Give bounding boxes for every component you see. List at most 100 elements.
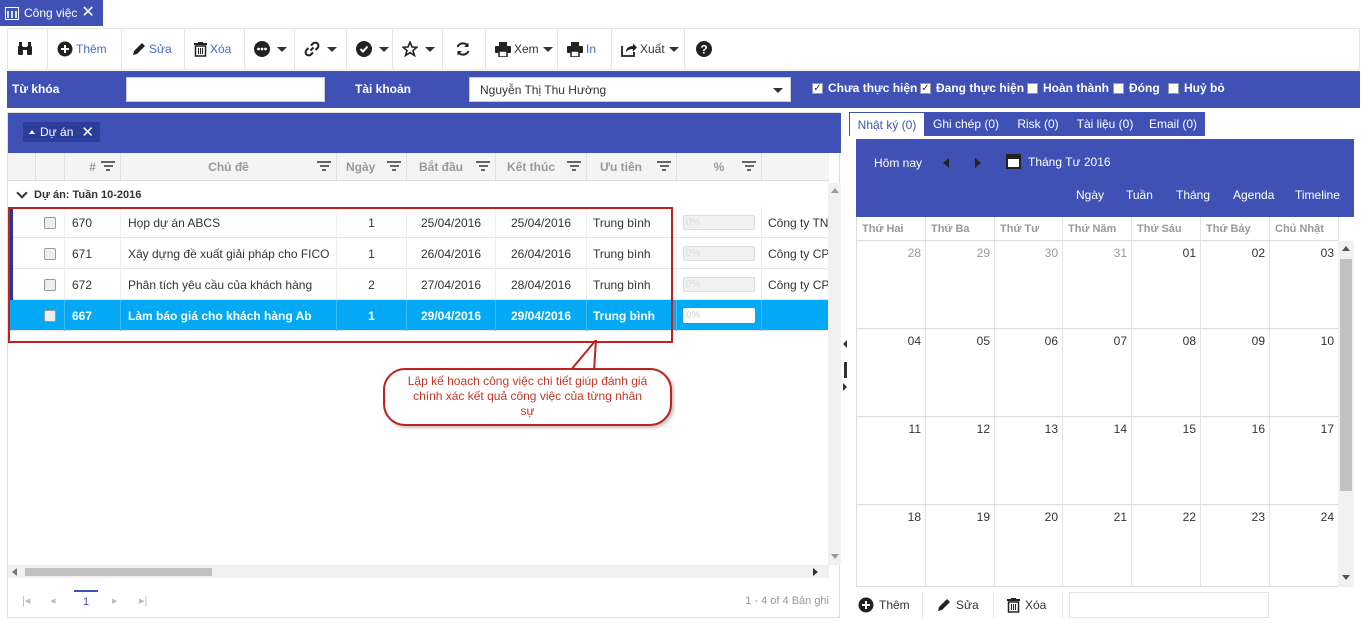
collapse-left-icon[interactable]: [843, 340, 847, 348]
scroll-up-icon[interactable]: [831, 188, 839, 193]
view-week[interactable]: Tuần: [1126, 188, 1153, 202]
more-menu-button[interactable]: [245, 29, 295, 69]
calendar-day[interactable]: 29: [926, 241, 995, 329]
status-checkbox-chua-thuc-hien[interactable]: ✓ Chưa thực hiện: [812, 81, 917, 95]
col-priority[interactable]: Ưu tiên: [587, 153, 677, 181]
scroll-down-icon[interactable]: [831, 554, 839, 559]
prev-month-icon[interactable]: [943, 158, 949, 168]
calendar-day[interactable]: 15: [1132, 417, 1201, 505]
calendar-day[interactable]: 23: [1201, 505, 1270, 587]
calendar-footer-input[interactable]: [1069, 592, 1269, 618]
first-page-icon[interactable]: |◂: [22, 594, 30, 607]
edit-button[interactable]: Sửa: [122, 29, 185, 69]
tab-nhat-ky[interactable]: Nhật ký (0): [849, 112, 925, 136]
grid-horizontal-scrollbar[interactable]: [8, 565, 829, 578]
calendar-day[interactable]: 20: [995, 505, 1063, 587]
scroll-down-icon[interactable]: [1342, 575, 1350, 580]
calendar-vertical-scrollbar[interactable]: [1338, 241, 1354, 587]
calendar-day[interactable]: 03: [1270, 241, 1339, 329]
tab-email[interactable]: Email (0): [1141, 112, 1205, 136]
calendar-day[interactable]: 31: [1063, 241, 1132, 329]
calendar-day[interactable]: 16: [1201, 417, 1270, 505]
status-checkbox-huy-bo[interactable]: Huỷ bỏ: [1168, 81, 1225, 95]
next-month-icon[interactable]: [975, 158, 981, 168]
help-button[interactable]: ?: [685, 29, 725, 69]
calendar-day[interactable]: 18: [857, 505, 926, 587]
calendar-day[interactable]: 12: [926, 417, 995, 505]
calendar-day[interactable]: 28: [857, 241, 926, 329]
calendar-add-button[interactable]: Thêm: [850, 592, 923, 618]
close-icon[interactable]: ✕: [81, 5, 94, 21]
account-select[interactable]: Nguyễn Thị Thu Hường: [469, 77, 791, 102]
checkbox[interactable]: ✓: [812, 82, 823, 94]
favorite-menu-button[interactable]: [393, 29, 443, 69]
tab-cong-viec[interactable]: Công việc ✕: [0, 0, 103, 26]
scroll-thumb[interactable]: [25, 568, 212, 576]
calendar-day[interactable]: 24: [1270, 505, 1339, 587]
print-button[interactable]: In: [558, 29, 612, 69]
calendar-day[interactable]: 10: [1270, 329, 1339, 417]
col-days[interactable]: Ngày: [337, 153, 407, 181]
calendar-day[interactable]: 09: [1201, 329, 1270, 417]
calendar-day[interactable]: 30: [995, 241, 1063, 329]
calendar-edit-button[interactable]: Sửa: [928, 592, 994, 618]
col-subject[interactable]: Chủ đề: [121, 153, 337, 181]
calendar-delete-button[interactable]: Xóa: [999, 592, 1063, 618]
col-start[interactable]: Bắt đầu: [407, 153, 496, 181]
page-number[interactable]: 1: [74, 590, 98, 612]
calendar-day[interactable]: 17: [1270, 417, 1339, 505]
view-day[interactable]: Ngày: [1076, 188, 1104, 202]
calendar-day[interactable]: 04: [857, 329, 926, 417]
add-button[interactable]: Thêm: [48, 29, 122, 69]
scroll-right-icon[interactable]: [813, 568, 818, 576]
link-menu-button[interactable]: [295, 29, 347, 69]
delete-button[interactable]: Xóa: [185, 29, 245, 69]
view-agenda[interactable]: Agenda: [1233, 188, 1274, 202]
calendar-day[interactable]: 11: [857, 417, 926, 505]
tab-risk[interactable]: Risk (0): [1007, 112, 1069, 136]
calendar-day[interactable]: 21: [1063, 505, 1132, 587]
filter-icon[interactable]: [742, 161, 756, 173]
today-button[interactable]: Hôm nay: [874, 156, 922, 170]
panel-splitter[interactable]: [840, 112, 850, 618]
col-id[interactable]: #: [65, 153, 121, 181]
status-checkbox-dang-thuc-hien[interactable]: ✓ Đang thực hiện: [920, 81, 1024, 95]
status-checkbox-hoan-thanh[interactable]: Hoàn thành: [1027, 81, 1109, 95]
export-menu-button[interactable]: Xuất: [612, 29, 685, 69]
refresh-button[interactable]: [443, 29, 486, 69]
filter-icon[interactable]: [101, 161, 115, 173]
group-row[interactable]: Dự án: Tuần 10-2016: [8, 186, 141, 204]
calendar-day[interactable]: 22: [1132, 505, 1201, 587]
calendar-day[interactable]: 02: [1201, 241, 1270, 329]
status-menu-button[interactable]: [347, 29, 393, 69]
view-month[interactable]: Tháng: [1176, 188, 1210, 202]
view-menu-button[interactable]: Xem: [486, 29, 558, 69]
filter-icon[interactable]: [387, 161, 401, 173]
chevron-down-icon[interactable]: [16, 187, 28, 199]
checkbox[interactable]: [1168, 82, 1179, 94]
calendar-day[interactable]: 19: [926, 505, 995, 587]
col-end[interactable]: Kết thúc: [496, 153, 587, 181]
status-checkbox-dong[interactable]: Đóng: [1113, 81, 1160, 95]
filter-icon[interactable]: [567, 161, 581, 173]
tab-tai-lieu[interactable]: Tài liệu (0): [1069, 112, 1141, 136]
prev-page-icon[interactable]: ◂: [50, 594, 56, 607]
filter-icon[interactable]: [657, 161, 671, 173]
checkbox[interactable]: ✓: [920, 82, 931, 94]
last-page-icon[interactable]: ▸|: [139, 594, 147, 607]
calendar-day[interactable]: 07: [1063, 329, 1132, 417]
scroll-left-icon[interactable]: [12, 568, 17, 576]
month-selector[interactable]: Tháng Tư 2016: [1006, 154, 1111, 169]
group-chip-du-an[interactable]: Dự án ✕: [23, 122, 100, 142]
checkbox[interactable]: [1113, 82, 1124, 94]
calendar-day[interactable]: 01: [1132, 241, 1201, 329]
find-button[interactable]: [8, 29, 48, 69]
splitter-handle[interactable]: [844, 362, 847, 378]
view-timeline[interactable]: Timeline: [1295, 188, 1340, 202]
close-icon[interactable]: ✕: [81, 123, 94, 141]
checkbox[interactable]: [1027, 82, 1038, 94]
filter-icon[interactable]: [317, 161, 331, 173]
next-page-icon[interactable]: ▸: [112, 594, 118, 607]
calendar-day[interactable]: 14: [1063, 417, 1132, 505]
col-percent[interactable]: %: [677, 153, 762, 181]
